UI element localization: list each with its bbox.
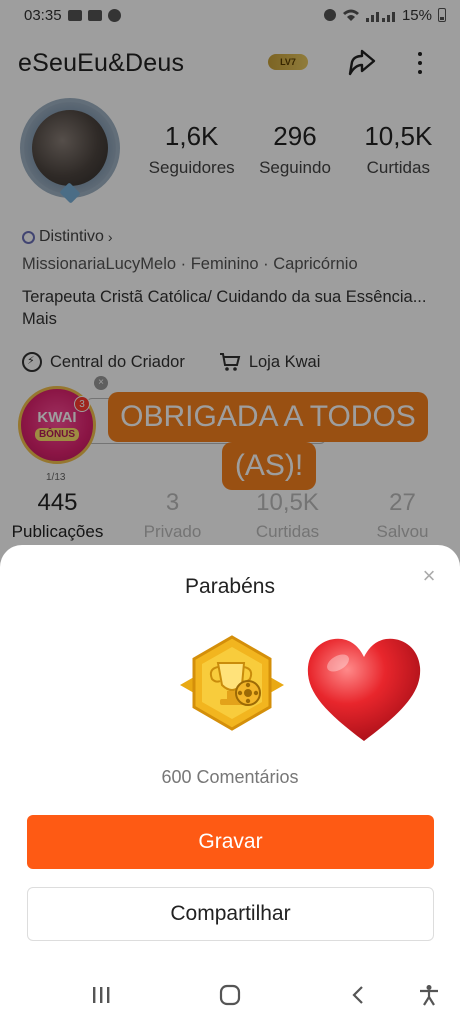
close-icon[interactable]: × [418,565,440,587]
recent-apps-icon[interactable] [90,984,112,1006]
trophy-badge-icon [180,635,284,731]
record-button[interactable]: Gravar [27,815,434,869]
back-icon[interactable] [350,984,366,1006]
sheet-caption: 600 Comentários [161,767,299,787]
share-button[interactable]: Compartilhar [27,887,434,941]
congrats-sheet: Parabéns × 600 Comentários Gravar Compar… [0,545,460,1024]
system-nav-bar [0,966,460,1024]
home-icon[interactable] [218,984,242,1006]
sheet-title: Parabéns [185,575,275,598]
heart-icon [307,638,421,741]
accessibility-icon[interactable] [418,984,440,1006]
